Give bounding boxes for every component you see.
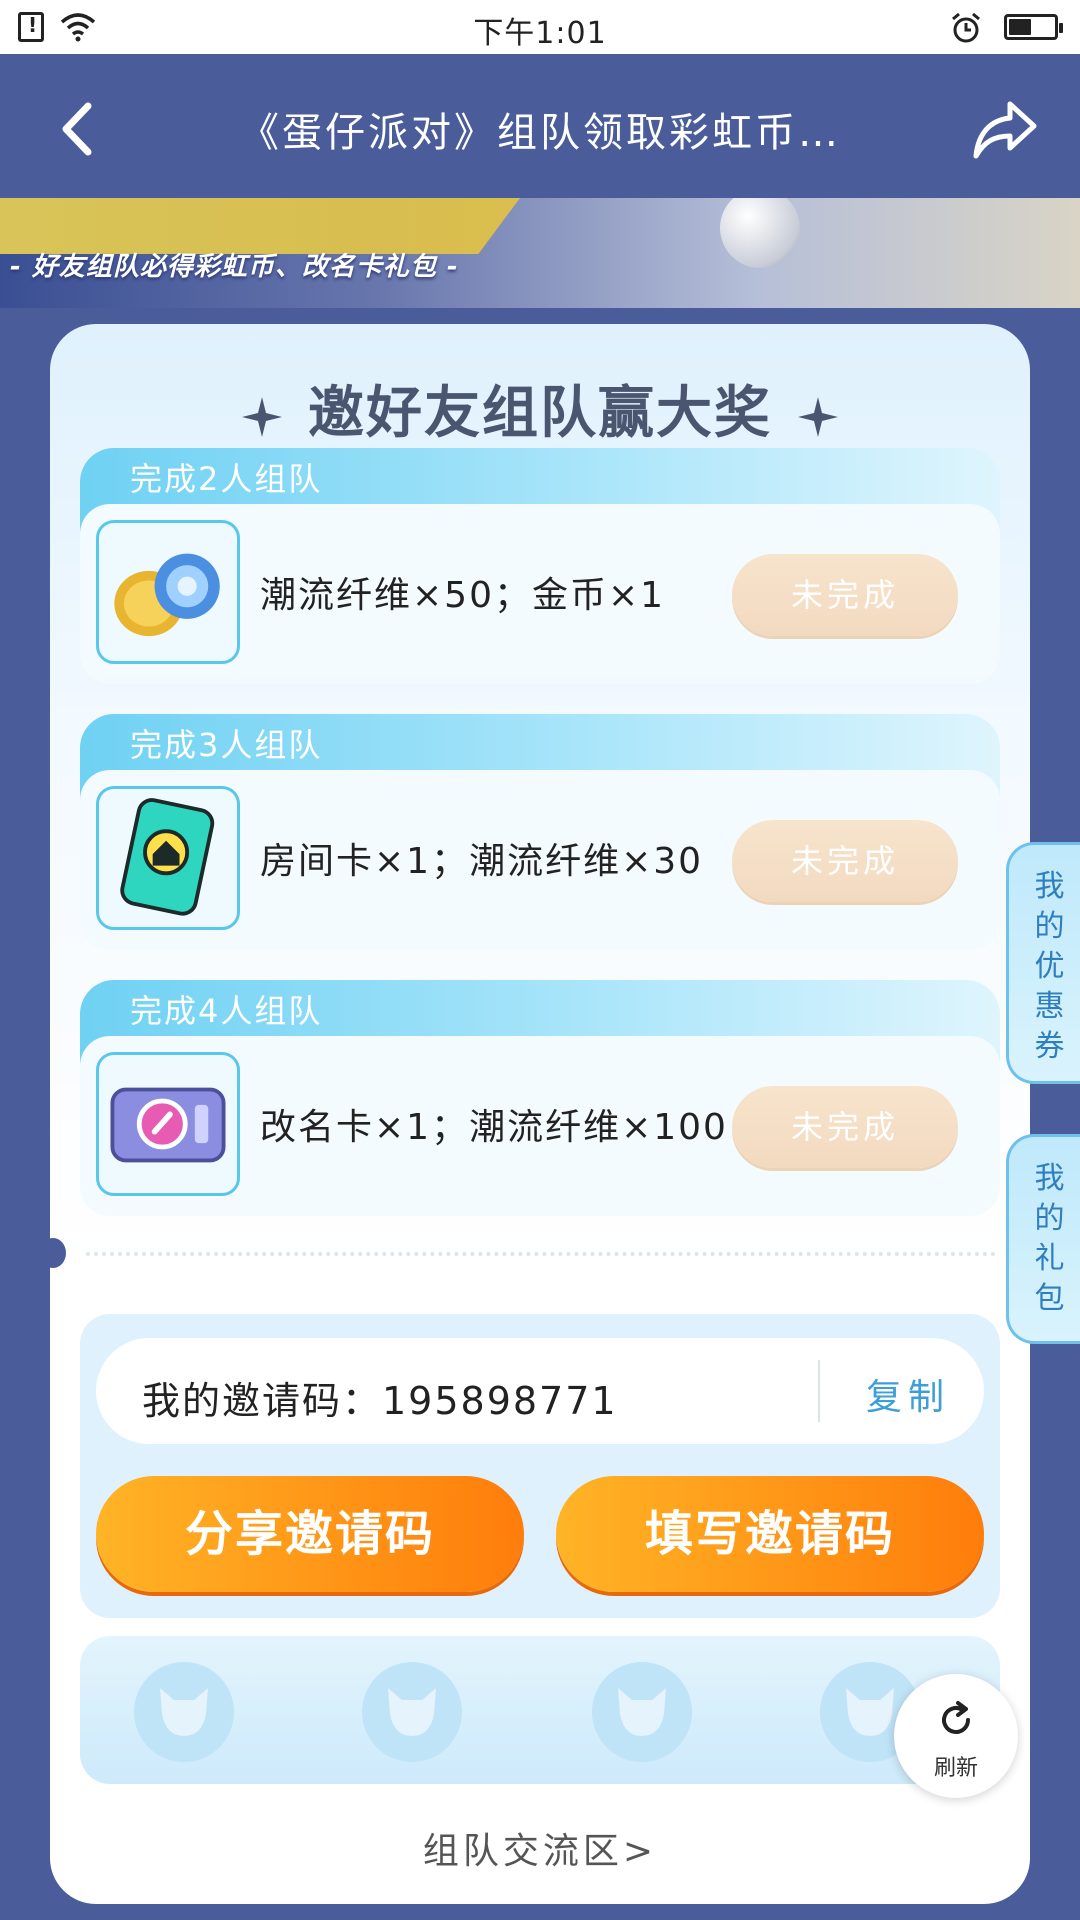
refresh-icon xyxy=(942,1701,970,1734)
team-slots xyxy=(80,1636,1000,1784)
empty-avatar-icon xyxy=(160,1688,208,1736)
task-reward: 房间卡×1；潮流纤维×30 xyxy=(260,841,704,882)
task-title: 完成3人组队 xyxy=(130,726,323,764)
task-item: 完成4人组队 改名卡×1；潮流纤维×100 未完成 xyxy=(80,980,1000,1216)
task-item: 完成3人组队 房间卡×1；潮流纤维×30 未完成 xyxy=(80,714,1000,950)
task-title: 完成2人组队 xyxy=(130,460,323,498)
team-forum-link[interactable]: 组队交流区> xyxy=(50,1822,1030,1874)
empty-avatar-icon xyxy=(846,1688,894,1736)
rename-card-icon xyxy=(96,1052,240,1196)
egg-ball-icon xyxy=(720,198,800,268)
team-member-slot xyxy=(592,1662,692,1762)
battery-level xyxy=(1009,19,1031,35)
room-card-icon xyxy=(96,786,240,930)
alarm-icon xyxy=(952,12,980,43)
task-body: 房间卡×1；潮流纤维×30 未完成 xyxy=(80,770,1000,950)
divider xyxy=(86,1252,996,1256)
task-status-button[interactable]: 未完成 xyxy=(732,1086,958,1168)
invite-code-label: 我的邀请码：195898771 xyxy=(142,1379,618,1423)
task-body: 潮流纤维×50；金币×1 未完成 xyxy=(80,504,1000,684)
task-title: 完成4人组队 xyxy=(130,992,323,1030)
card-title-text: 邀好友组队赢大奖 xyxy=(308,381,772,446)
divider xyxy=(818,1360,820,1422)
task-status-button[interactable]: 未完成 xyxy=(732,554,958,636)
card-title: 邀好友组队赢大奖 xyxy=(50,368,1030,449)
coin-fiber-icon xyxy=(96,520,240,664)
empty-avatar-icon xyxy=(388,1688,436,1736)
page-title: 《蛋仔派对》组队领取彩虹币… xyxy=(239,110,841,156)
task-reward: 潮流纤维×50；金币×1 xyxy=(260,575,666,616)
refresh-label: 刷新 xyxy=(933,1756,978,1781)
sparkle-icon xyxy=(242,396,282,437)
invite-section: 我的邀请码：195898771 复制 分享邀请码 填写邀请码 xyxy=(80,1314,1000,1618)
banner-subtitle: - 好友组队必得彩虹币、改名卡礼包 - xyxy=(10,252,459,282)
nav-bar: 《蛋仔派对》组队领取彩虹币… xyxy=(0,54,1080,198)
side-tab-gifts[interactable]: 我的礼包 xyxy=(1006,1134,1080,1344)
task-status-button[interactable]: 未完成 xyxy=(732,820,958,902)
side-tab-coupons[interactable]: 我的优惠券 xyxy=(1006,842,1080,1084)
sparkle-icon xyxy=(798,396,838,437)
side-tab-gifts-label: 我的礼包 xyxy=(1034,1161,1065,1316)
task-reward: 改名卡×1；潮流纤维×100 xyxy=(260,1107,728,1148)
side-tab-coupons-label: 我的优惠券 xyxy=(1034,869,1065,1064)
status-time: 下午1:01 xyxy=(473,16,607,51)
copy-button[interactable]: 复制 xyxy=(866,1368,950,1420)
team-member-slot xyxy=(362,1662,462,1762)
status-bar: 下午1:01 xyxy=(0,0,1080,54)
team-member-slot xyxy=(134,1662,234,1762)
refresh-button[interactable]: 刷新 xyxy=(894,1674,1018,1798)
share-icon[interactable] xyxy=(970,94,1040,164)
task-item: 完成2人组队 潮流纤维×50；金币×1 未完成 xyxy=(80,448,1000,684)
hero-banner: - 好友组队必得彩虹币、改名卡礼包 - xyxy=(0,198,1080,308)
battery-icon xyxy=(1004,14,1063,40)
invite-code-field: 我的邀请码：195898771 复制 xyxy=(96,1338,984,1444)
back-icon[interactable] xyxy=(50,94,110,164)
invite-card: 邀好友组队赢大奖 完成2人组队 潮流纤维×50；金币×1 未完成 完成3人组队 xyxy=(40,324,1030,1904)
fill-invite-code-button[interactable]: 填写邀请码 xyxy=(556,1476,984,1592)
share-invite-code-button[interactable]: 分享邀请码 xyxy=(96,1476,524,1592)
task-body: 改名卡×1；潮流纤维×100 未完成 xyxy=(80,1036,1000,1216)
ticket-notch xyxy=(40,1238,66,1268)
empty-avatar-icon xyxy=(618,1688,666,1736)
